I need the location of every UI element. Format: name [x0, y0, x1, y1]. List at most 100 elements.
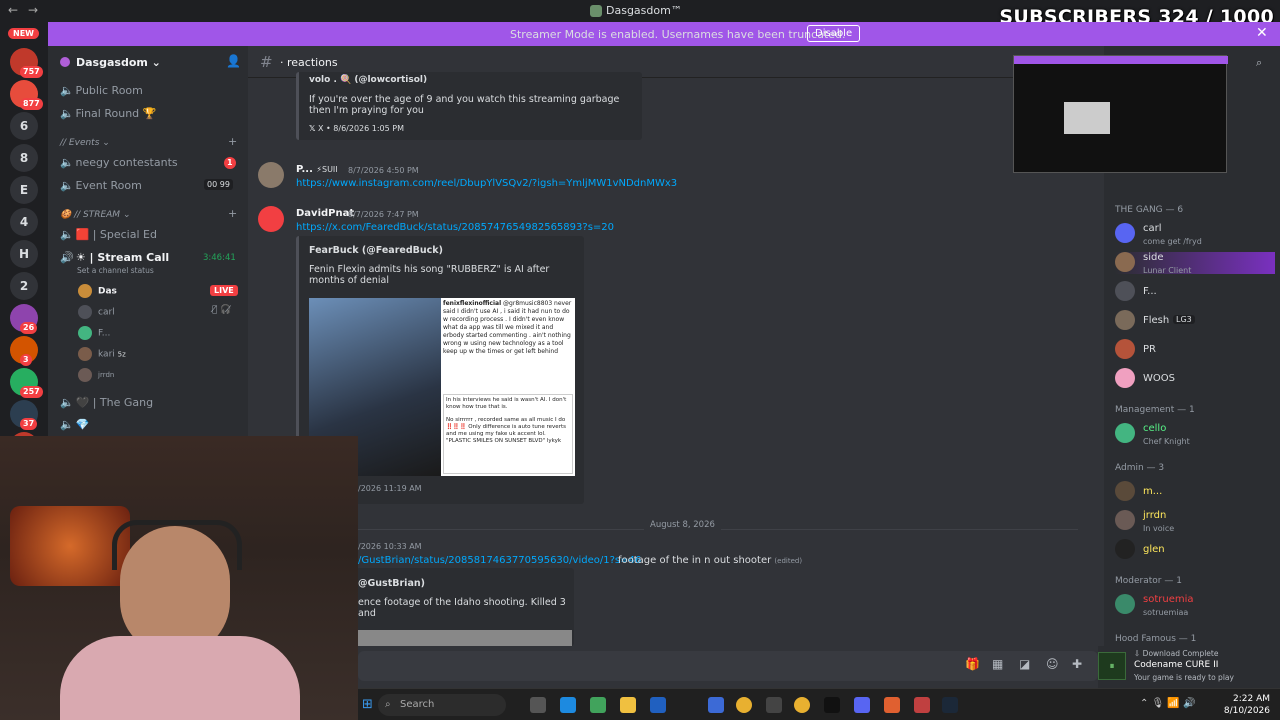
message-link[interactable]: /GustBrian/status/2085817463770595630/vi… — [358, 555, 641, 566]
message-author[interactable]: P... ⚡SUII — [296, 164, 338, 175]
avatar — [1115, 423, 1135, 443]
embed-text: ence footage of the Idaho shooting. Kill… — [358, 597, 566, 619]
voice-user[interactable]: kari 5z — [78, 347, 126, 361]
voice-user[interactable]: carl — [78, 305, 115, 319]
channel-the-gang[interactable]: 🔈 🖤 | The Gang — [60, 396, 153, 409]
chrome-icon[interactable] — [794, 697, 810, 713]
terminal-icon[interactable] — [824, 697, 840, 713]
forward-arrow-icon[interactable]: → — [28, 3, 38, 17]
server-icon[interactable]: 6 — [10, 112, 38, 140]
app-icon[interactable] — [766, 697, 782, 713]
server-icon[interactable]: 2 — [10, 272, 38, 300]
sticker-icon[interactable]: ◪ — [1019, 657, 1030, 671]
member-group-header: Admin — 3 — [1115, 463, 1165, 473]
store-icon[interactable] — [650, 697, 666, 713]
emoji-icon[interactable]: ☺ — [1046, 657, 1059, 671]
embed-footer: /2026 11:19 AM — [358, 484, 422, 493]
discord-icon[interactable] — [854, 697, 870, 713]
message-input[interactable] — [358, 651, 1098, 681]
embed-author[interactable]: FearBuck (@FearedBuck) — [309, 245, 443, 256]
clock[interactable]: 2:22 AM 8/10/2026 — [1224, 693, 1270, 717]
message-author[interactable]: DavidPnat — [296, 208, 354, 219]
speaker-icon: 🔈 — [60, 396, 74, 409]
call-timer: 3:46:41 — [203, 253, 236, 263]
preview-window — [1064, 102, 1110, 134]
add-channel-icon[interactable]: + — [228, 135, 237, 148]
channel-special-ed[interactable]: 🔈 🟥 | Special Ed — [60, 228, 157, 241]
member-group-header: THE GANG — 6 — [1115, 205, 1184, 215]
voice-user[interactable]: Das — [78, 284, 117, 298]
app-icon[interactable] — [884, 697, 900, 713]
apps-icon[interactable]: ✚ — [1072, 657, 1082, 671]
server-icon[interactable]: 8 — [10, 144, 38, 172]
live-badge: LIVE — [210, 285, 238, 296]
speaker-icon: 🔈 — [60, 179, 74, 192]
file-explorer-icon[interactable] — [620, 697, 636, 713]
server-icon[interactable]: E — [10, 176, 38, 204]
close-icon[interactable]: ✕ — [1256, 25, 1268, 41]
avatar[interactable] — [258, 206, 284, 232]
steam-icon[interactable] — [942, 697, 958, 713]
embed-author[interactable]: volo . 🍭 (@lowcortisol) — [309, 75, 427, 85]
add-user-icon[interactable]: 👤 — [226, 54, 241, 68]
member-row[interactable]: m... — [1115, 481, 1275, 503]
voice-user[interactable]: jrrdn — [78, 368, 114, 382]
member-activity: come get /fryd — [1143, 237, 1202, 246]
member-row[interactable]: WOOS — [1115, 368, 1275, 390]
embed-author[interactable]: @GustBrian) — [358, 578, 425, 589]
unread-badge: 1 — [224, 157, 236, 169]
member-row[interactable]: side Lunar Client — [1115, 252, 1275, 275]
channel-diamond[interactable]: 🔈 💎 — [60, 418, 89, 431]
disable-button[interactable]: Disable — [807, 25, 861, 42]
category-stream[interactable]: 🍪 // STREAM ⌄ — [60, 210, 130, 220]
app-icon[interactable] — [914, 697, 930, 713]
download-notification[interactable]: ⏸ ⇩ Download Complete Codename CURE II Y… — [1098, 646, 1280, 688]
avatar — [78, 326, 92, 340]
gift-icon[interactable]: 🎁 — [965, 657, 980, 671]
server-name[interactable]: Dasgasdom ⌄ — [76, 56, 161, 69]
member-row[interactable]: carl come get /fryd — [1115, 223, 1275, 246]
channel-neegy-contestants[interactable]: 🔈 neegy contestants — [60, 156, 178, 169]
edge-icon[interactable] — [560, 697, 576, 713]
embed-image[interactable] — [358, 630, 572, 646]
avatar[interactable] — [258, 162, 284, 188]
message-link[interactable]: https://www.instagram.com/reel/DbupYlVSQ… — [296, 178, 677, 189]
back-arrow-icon[interactable]: ← — [8, 3, 18, 17]
member-row[interactable]: glen — [1115, 539, 1275, 561]
channel-status[interactable]: Set a channel status — [77, 266, 154, 275]
member-row[interactable]: PR — [1115, 339, 1275, 361]
member-row[interactable]: cello Chef Knight — [1115, 423, 1275, 446]
channel-event-room[interactable]: 🔈 Event Room — [60, 179, 142, 192]
speaker-icon: 🔈 — [60, 84, 74, 97]
search-icon[interactable]: ⌕ — [1256, 56, 1262, 70]
member-name: jrrdn — [1143, 510, 1167, 521]
channel-public-room[interactable]: 🔈 Public Room — [60, 84, 143, 97]
server-icon[interactable]: H — [10, 240, 38, 268]
stream-preview[interactable] — [1013, 55, 1228, 173]
date-divider: August 8, 2026 — [644, 520, 721, 530]
server-icon[interactable]: 4 — [10, 208, 38, 236]
taskbar-search[interactable]: ⌕ Search — [378, 694, 506, 716]
member-group-header: Moderator — 1 — [1115, 576, 1182, 586]
gif-icon[interactable]: ▦ — [992, 657, 1003, 671]
member-activity: In voice — [1143, 524, 1175, 533]
avatar — [1115, 510, 1135, 530]
app-icon[interactable] — [708, 697, 724, 713]
channel-final-round[interactable]: 🔈 Final Round 🏆 — [60, 107, 156, 120]
member-row[interactable]: F... — [1115, 281, 1275, 303]
message-link[interactable]: https://x.com/FearedBuck/status/20857476… — [296, 222, 614, 233]
member-row[interactable]: jrrdn In voice — [1115, 510, 1275, 533]
member-row[interactable]: Flesh LG3 — [1115, 310, 1275, 332]
task-view-icon[interactable] — [530, 697, 546, 713]
add-channel-icon[interactable]: + — [228, 207, 237, 220]
pause-icon[interactable]: ⏸ — [1098, 652, 1126, 680]
member-name: cello — [1143, 423, 1167, 434]
copilot-icon[interactable] — [590, 697, 606, 713]
chrome-icon[interactable] — [736, 697, 752, 713]
channel-stream-call[interactable]: 🔊 ☀ | Stream Call — [60, 251, 169, 264]
windows-start-icon[interactable]: ⊞ — [362, 697, 373, 712]
category-events[interactable]: // Events ⌄ — [60, 138, 110, 148]
member-row[interactable]: sotruemia sotruemiaa — [1115, 594, 1275, 617]
tray-icons[interactable]: ⌃ 🎙 📶 🔊 — [1140, 698, 1196, 709]
voice-user[interactable]: F... — [78, 326, 110, 340]
